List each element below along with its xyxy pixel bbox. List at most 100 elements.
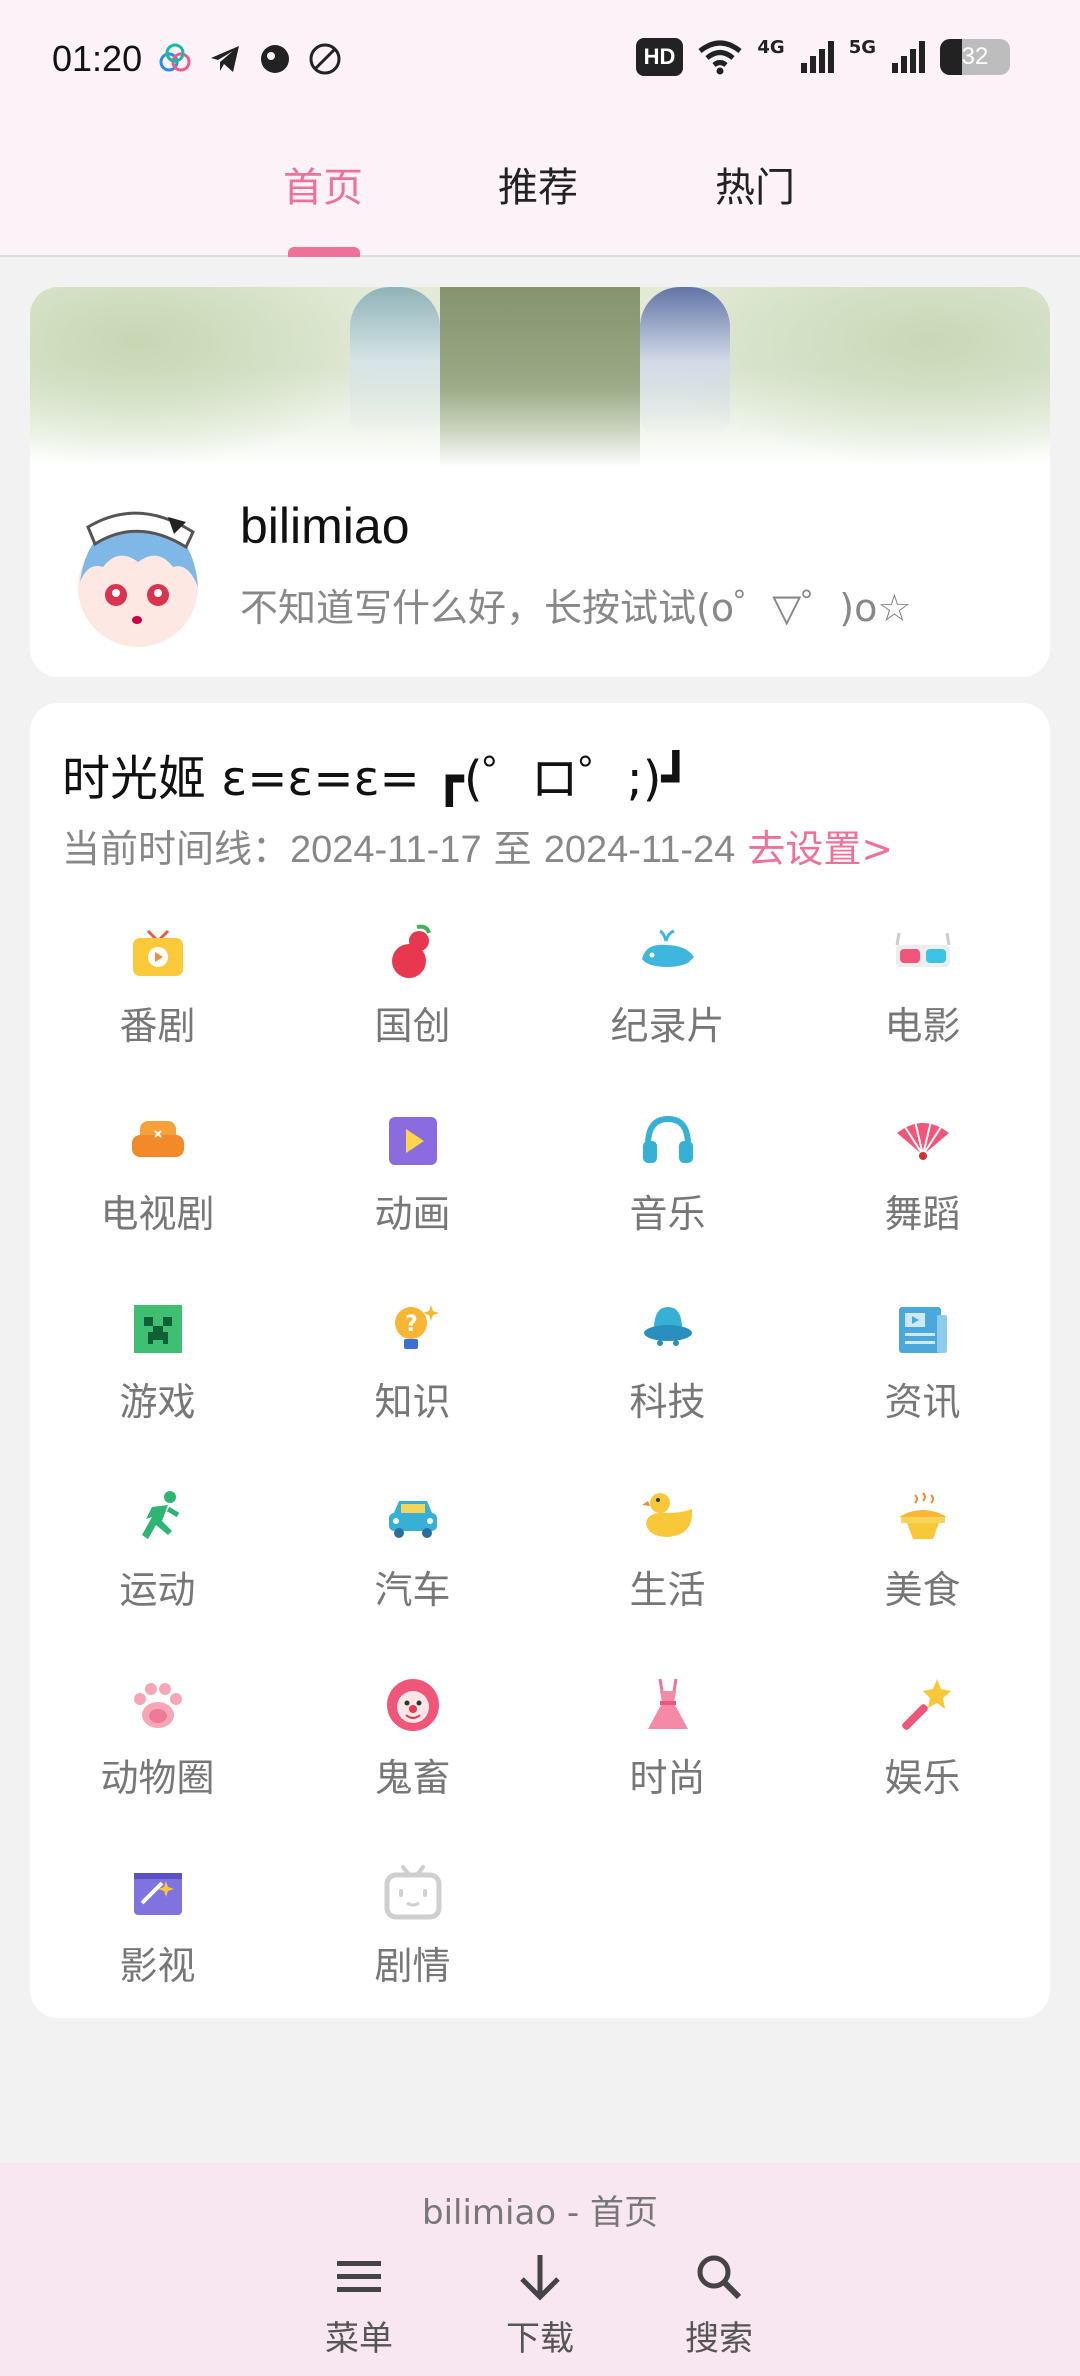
battery-level: 32 bbox=[961, 43, 989, 70]
telegram-icon bbox=[211, 46, 239, 72]
category-item-animals[interactable]: 动物圈 bbox=[30, 1675, 285, 1863]
category-item-drama[interactable]: 剧情 bbox=[285, 1863, 540, 2051]
menu-icon bbox=[337, 2261, 381, 2292]
category-item-fashion[interactable]: 时尚 bbox=[540, 1675, 795, 1863]
fan-icon bbox=[896, 1120, 949, 1160]
category-label: 游戏 bbox=[119, 1380, 196, 1424]
category-label: 舞蹈 bbox=[884, 1192, 961, 1236]
app-root: 01:20 HD 4G 5G 32 首页 推荐 热门 bilimiao 不知道写… bbox=[0, 0, 1080, 2376]
category-label: 影视 bbox=[119, 1944, 196, 1988]
clown-icon bbox=[386, 1679, 439, 1731]
no-ad-icon bbox=[309, 43, 341, 75]
status-time: 01:20 bbox=[52, 38, 143, 79]
banner-character bbox=[350, 287, 440, 437]
status-right: HD 4G 5G 32 bbox=[635, 36, 1010, 76]
user-signature: 不知道写什么好，长按试试(o゜▽゜)o☆ bbox=[240, 586, 912, 630]
wifi-icon bbox=[698, 40, 742, 75]
category-label: 科技 bbox=[629, 1380, 706, 1424]
paw-icon bbox=[133, 1683, 182, 1728]
download-label: 下载 bbox=[506, 2319, 574, 2359]
timeline-card: 时光姬 ε=ε=ε= ┏(゜ロ゜;)┛ 当前时间线：2024-11-17 至 2… bbox=[30, 703, 1050, 2018]
category-item-dance[interactable]: 舞蹈 bbox=[795, 1111, 1050, 1299]
search-button[interactable]: 搜索 bbox=[659, 2251, 779, 2360]
category-label: 资讯 bbox=[884, 1380, 961, 1424]
category-item-bangumi[interactable]: 番剧 bbox=[30, 923, 285, 1111]
category-item-news[interactable]: 资讯 bbox=[795, 1299, 1050, 1487]
creeper-icon bbox=[133, 1305, 182, 1353]
category-label: 电视剧 bbox=[100, 1192, 215, 1236]
category-label: 鬼畜 bbox=[374, 1756, 451, 1800]
category-label: 音乐 bbox=[629, 1192, 706, 1236]
banner-character bbox=[640, 287, 730, 437]
profile-card[interactable]: bilimiao 不知道写什么好，长按试试(o゜▽゜)o☆ bbox=[30, 287, 1050, 677]
category-label: 动物圈 bbox=[100, 1756, 215, 1800]
cloud-app-icon bbox=[159, 43, 191, 72]
signal-icon bbox=[892, 41, 925, 73]
bilibili-tv-icon bbox=[384, 1865, 441, 1920]
category-item-entertainment[interactable]: 娱乐 bbox=[795, 1675, 1050, 1863]
category-label: 生活 bbox=[629, 1568, 706, 1612]
category-item-game[interactable]: 游戏 bbox=[30, 1299, 285, 1487]
menu-button[interactable]: 菜单 bbox=[299, 2251, 419, 2360]
tab-hot[interactable]: 热门 bbox=[715, 155, 795, 213]
tab-indicator bbox=[288, 247, 360, 257]
network-5g: 5G bbox=[848, 36, 876, 58]
food-icon bbox=[898, 1492, 947, 1539]
category-item-documentary[interactable]: 纪录片 bbox=[540, 923, 795, 1111]
category-label: 知识 bbox=[374, 1380, 451, 1424]
battery-icon: 32 bbox=[940, 39, 1010, 75]
sofa-icon bbox=[131, 1121, 184, 1157]
category-label: 国创 bbox=[374, 1004, 451, 1048]
category-label: 动画 bbox=[374, 1192, 451, 1236]
ufo-icon bbox=[643, 1307, 692, 1346]
bottom-bar: bilimiao - 首页 菜单 下载 搜索 bbox=[0, 2163, 1080, 2376]
category-label: 美食 bbox=[884, 1568, 961, 1612]
category-item-food[interactable]: 美食 bbox=[795, 1487, 1050, 1675]
dress-icon bbox=[647, 1678, 688, 1729]
runner-icon bbox=[141, 1491, 179, 1539]
avatar[interactable] bbox=[58, 492, 218, 652]
timeline-start-date: 2024-11-17 bbox=[290, 829, 482, 871]
status-bar: 01:20 HD 4G 5G 32 bbox=[0, 0, 1080, 125]
headphones-icon bbox=[642, 1115, 693, 1163]
tv-icon bbox=[132, 929, 183, 976]
app-icon bbox=[261, 45, 289, 73]
timeline-title: 时光姬 ε=ε=ε= ┏(゜ロ゜;)┛ bbox=[62, 751, 691, 807]
menu-label: 菜单 bbox=[325, 2319, 393, 2359]
category-item-tvseries[interactable]: 电视剧 bbox=[30, 1111, 285, 1299]
category-item-car[interactable]: 汽车 bbox=[285, 1487, 540, 1675]
bulb-icon: ? bbox=[394, 1305, 439, 1349]
bottom-title: bilimiao - 首页 bbox=[421, 2193, 658, 2233]
whale-icon bbox=[641, 929, 694, 967]
category-label: 汽车 bbox=[374, 1568, 451, 1612]
category-item-animation[interactable]: 动画 bbox=[285, 1111, 540, 1299]
category-label: 时尚 bbox=[629, 1756, 706, 1800]
svg-text:?: ? bbox=[405, 1312, 418, 1337]
category-item-guochuang[interactable]: 国创 bbox=[285, 923, 540, 1111]
duck-icon bbox=[641, 1493, 692, 1537]
category-label: 电影 bbox=[884, 1004, 961, 1048]
profile-banner bbox=[30, 287, 1050, 467]
category-item-tech[interactable]: 科技 bbox=[540, 1299, 795, 1487]
category-item-sports[interactable]: 运动 bbox=[30, 1487, 285, 1675]
category-item-life[interactable]: 生活 bbox=[540, 1487, 795, 1675]
tab-recommend[interactable]: 推荐 bbox=[498, 155, 578, 213]
hd-badge: HD bbox=[635, 38, 684, 76]
category-label: 纪录片 bbox=[610, 1004, 725, 1048]
tab-home[interactable]: 首页 bbox=[283, 155, 363, 213]
search-icon bbox=[697, 2255, 742, 2300]
network-4g: 4G bbox=[757, 36, 785, 58]
search-label: 搜索 bbox=[685, 2319, 753, 2359]
category-item-movie[interactable]: 电影 bbox=[795, 923, 1050, 1111]
category-item-kichiku[interactable]: 鬼畜 bbox=[285, 1675, 540, 1863]
category-label: 娱乐 bbox=[884, 1756, 961, 1800]
category-grid: 番剧 国创 纪录片 电影 电视剧 动画 音乐 舞蹈 游戏 ? 知识 科技 资讯 … bbox=[30, 923, 1050, 2051]
category-item-music[interactable]: 音乐 bbox=[540, 1111, 795, 1299]
download-button[interactable]: 下载 bbox=[480, 2251, 600, 2360]
notification-icons bbox=[158, 42, 342, 76]
category-item-film[interactable]: 影视 bbox=[30, 1863, 285, 2051]
category-label: 运动 bbox=[119, 1568, 196, 1612]
category-item-knowledge[interactable]: ? 知识 bbox=[285, 1299, 540, 1487]
timeline-settings-link[interactable]: 去设置> bbox=[747, 827, 893, 871]
timeline-range: 当前时间线：2024-11-17 至 2024-11-24 去设置> bbox=[62, 818, 893, 873]
